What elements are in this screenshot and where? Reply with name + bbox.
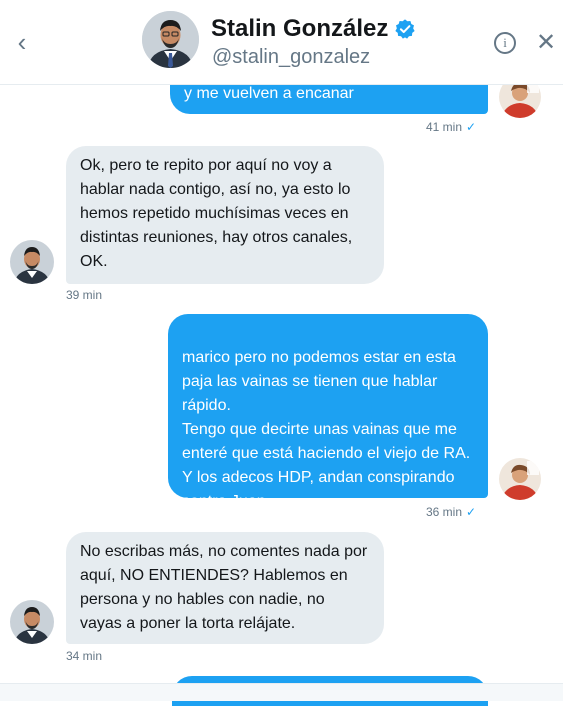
chevron-left-icon[interactable]: ‹ xyxy=(10,28,34,56)
message-timestamp: 41 min ✓ xyxy=(426,120,476,134)
message-timestamp: 34 min xyxy=(66,649,102,663)
message-bubble-outgoing[interactable]: marico pero no podemos estar en esta paj… xyxy=(168,314,488,510)
timestamp-text: 36 min xyxy=(426,505,463,519)
message-text: y me vuelven a encanar xyxy=(184,85,354,102)
read-check-icon: ✓ xyxy=(466,505,477,519)
message-bubble-incoming[interactable]: No escribas más, no comentes nada por aq… xyxy=(66,532,384,644)
contact-avatar[interactable] xyxy=(142,11,199,68)
message-text: marico pero no podemos estar en esta paj… xyxy=(182,349,471,510)
contact-handle[interactable]: @stalin_gonzalez xyxy=(212,46,370,69)
message-text: No escribas más, no comentes nada por aq… xyxy=(80,543,368,632)
my-avatar[interactable] xyxy=(499,458,541,500)
contact-name: Stalin González xyxy=(211,15,389,42)
composer-bar xyxy=(0,683,563,701)
verified-badge-icon xyxy=(394,18,416,40)
timestamp-text: 39 min xyxy=(66,288,103,302)
timestamp-text: 34 min xyxy=(66,649,103,663)
close-icon[interactable]: ✕ xyxy=(534,30,558,56)
read-check-icon: ✓ xyxy=(466,120,477,134)
contact-name-row: Stalin González xyxy=(211,12,416,46)
message-timestamp: 36 min ✓ xyxy=(426,505,476,519)
message-timestamp: 39 min xyxy=(66,288,102,302)
timestamp-text: 41 min xyxy=(426,120,463,134)
contact-message-avatar[interactable] xyxy=(10,600,54,644)
message-bubble-incoming[interactable]: Ok, pero te repito por aquí no voy a hab… xyxy=(66,146,384,284)
contact-message-avatar[interactable] xyxy=(10,240,54,284)
message-text: Ok, pero te repito por aquí no voy a hab… xyxy=(80,157,353,270)
info-icon[interactable]: i xyxy=(494,32,516,54)
conversation-header: ‹ Stalin González @stalin_gonzalez i ✕ xyxy=(0,0,563,85)
